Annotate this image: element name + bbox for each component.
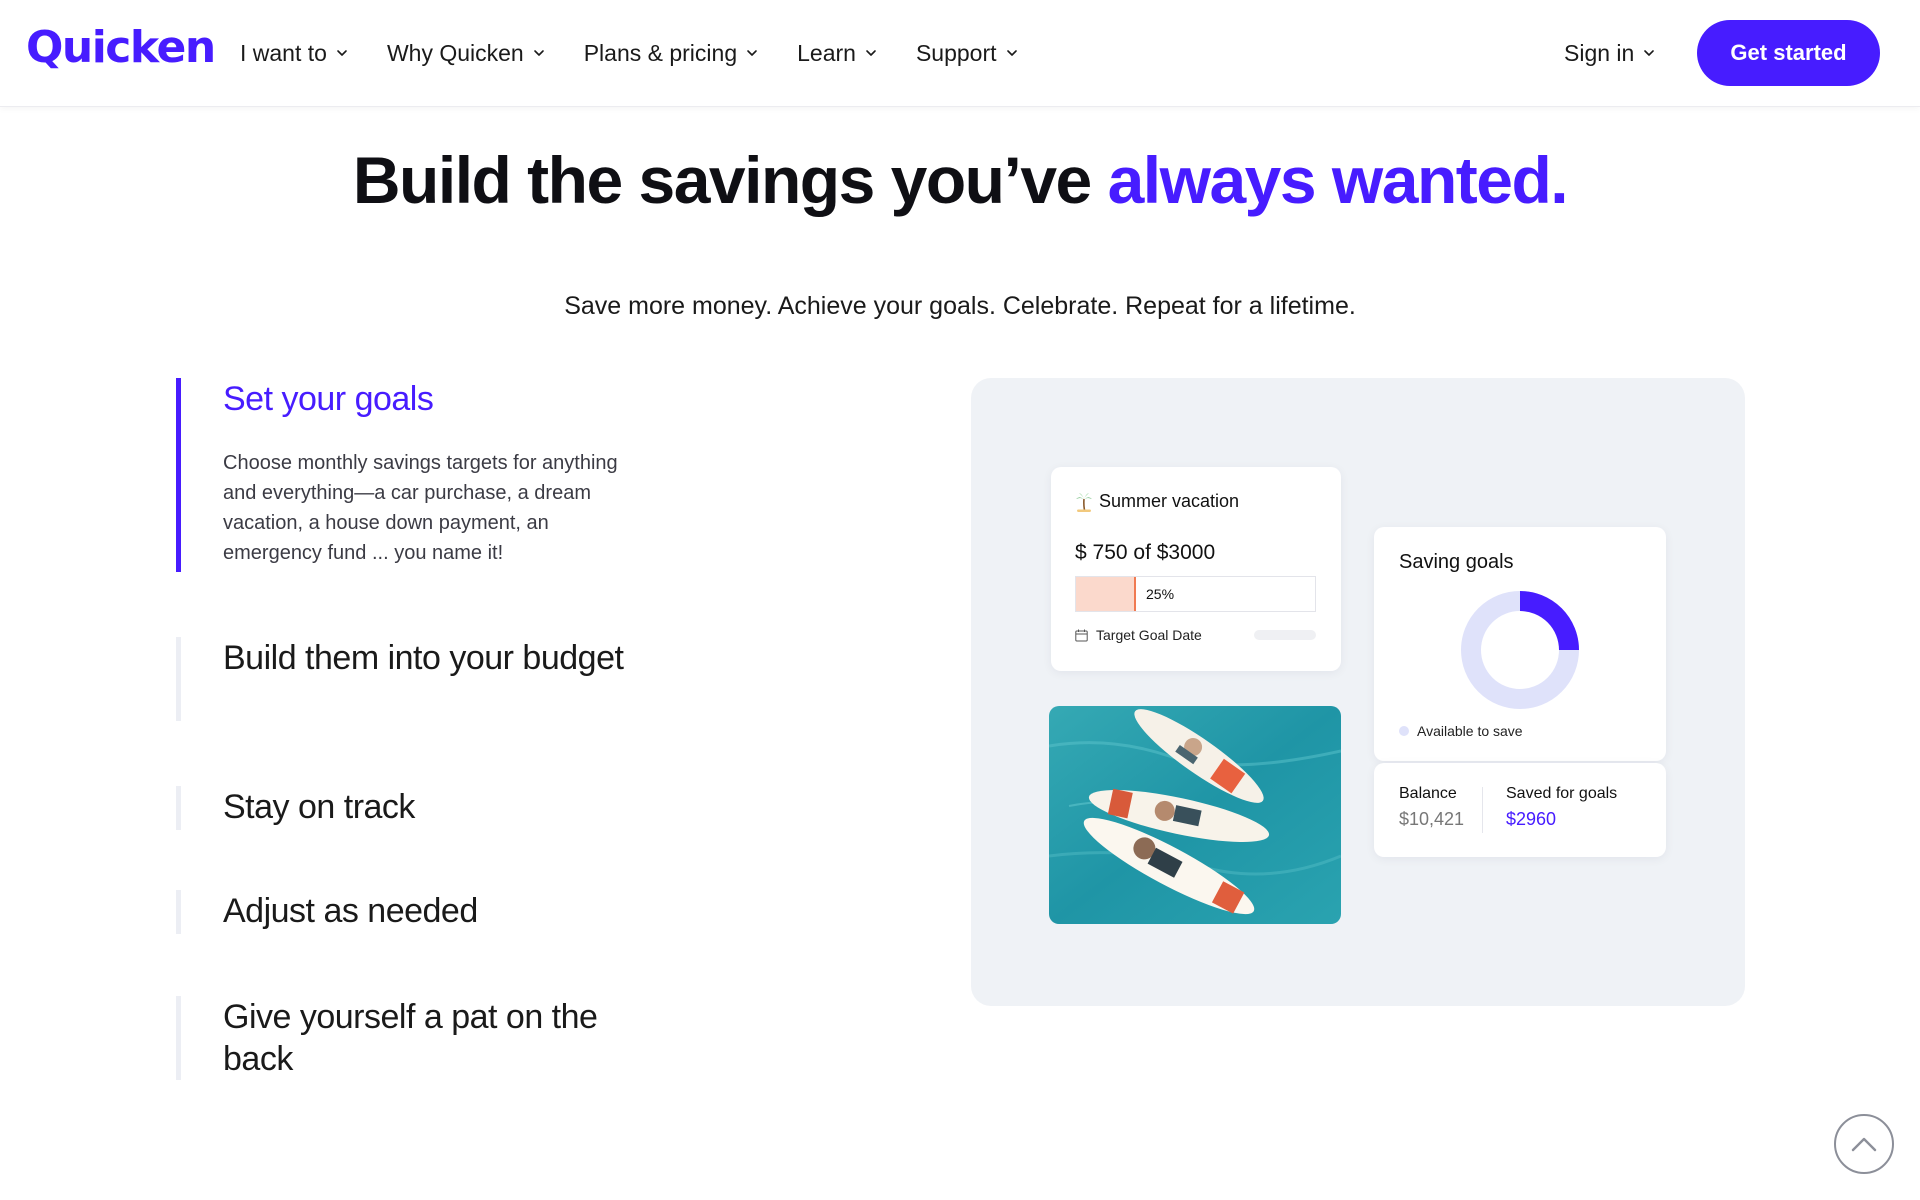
- illustration-panel: Summer vacation $ 750 of $3000 25% Targe…: [971, 378, 1745, 1006]
- step-pat-on-the-back[interactable]: Give yourself a pat on the back: [176, 996, 676, 1080]
- nav-i-want-to[interactable]: I want to: [240, 40, 349, 67]
- vacation-title-text: Summer vacation: [1099, 491, 1240, 511]
- hero-title-accent: always wanted.: [1107, 143, 1569, 217]
- calendar-icon: [1075, 629, 1088, 641]
- step-title: Adjust as needed: [223, 892, 478, 930]
- balance-value: $10,421: [1399, 809, 1465, 829]
- step-description: Choose monthly savings targets for anyth…: [223, 452, 618, 564]
- chevron-down-icon: [335, 46, 349, 60]
- nav-plans-pricing[interactable]: Plans & pricing: [584, 40, 759, 67]
- vacation-progress-label: 25%: [1146, 586, 1175, 602]
- nav-support[interactable]: Support: [916, 40, 1019, 67]
- hero-title-main: Build the savings you’ve: [352, 143, 1108, 217]
- vacation-card-title: Summer vacation: [1075, 491, 1239, 512]
- vacation-amount: $ 750 of $3000: [1075, 541, 1216, 564]
- chevron-down-icon: [1005, 46, 1019, 60]
- hero-title: Build the savings you’ve always wanted.: [0, 142, 1920, 218]
- nav-label: Plans & pricing: [583, 39, 738, 66]
- nav-label: Support: [915, 39, 997, 66]
- donut-hole: [1483, 613, 1557, 687]
- saved-for-goals-value: $2960: [1506, 809, 1557, 829]
- balance-divider: [1482, 787, 1483, 833]
- chevron-down-icon: [1642, 46, 1656, 60]
- saved-for-goals-label: Saved for goals: [1506, 785, 1618, 802]
- nav-label: Why Quicken: [386, 39, 524, 66]
- nav-label: Learn: [797, 39, 856, 66]
- step-title: Set your goals: [223, 380, 434, 418]
- sign-in-menu[interactable]: Sign in: [1564, 34, 1656, 72]
- step-title: Stay on track: [223, 788, 415, 826]
- date-placeholder-pill: [1254, 630, 1316, 640]
- balance-label: Balance: [1399, 785, 1457, 802]
- chevron-down-icon: [532, 46, 546, 60]
- legend-dot: [1399, 726, 1409, 736]
- target-goal-date: Target Goal Date: [1075, 627, 1202, 643]
- main-nav: I want to Why Quicken Plans & pricing Le…: [240, 34, 1057, 72]
- site-header: Quicken I want to Why Quicken Plans & pr…: [0, 0, 1920, 107]
- nav-label: I want to: [240, 39, 327, 66]
- nav-learn[interactable]: Learn: [797, 40, 878, 67]
- step-set-your-goals[interactable]: Set your goals Choose monthly savings ta…: [176, 378, 676, 572]
- nav-why-quicken[interactable]: Why Quicken: [387, 40, 546, 67]
- available-to-save-legend: Available to save: [1399, 723, 1523, 739]
- step-title: Give yourself a pat on the back: [223, 998, 598, 1078]
- step-title: Build them into your budget: [223, 639, 624, 677]
- get-started-button[interactable]: Get started: [1697, 20, 1880, 86]
- balance-column: Balance $10,421: [1399, 785, 1464, 830]
- hero-subtitle: Save more money. Achieve your goals. Cel…: [564, 292, 1356, 320]
- saved-column: Saved for goals $2960: [1506, 785, 1617, 830]
- sign-in-label: Sign in: [1564, 39, 1635, 66]
- step-build-into-budget[interactable]: Build them into your budget: [176, 637, 676, 721]
- scroll-to-top-button[interactable]: [1834, 1114, 1894, 1174]
- saving-goals-donut: [1461, 591, 1579, 709]
- quicken-logo[interactable]: Quicken: [26, 22, 216, 73]
- chevron-down-icon: [864, 46, 878, 60]
- balance-card: Balance $10,421 Saved for goals $2960: [1374, 763, 1666, 857]
- surfboards-photo: [1049, 706, 1341, 924]
- saving-goals-title: Saving goals: [1399, 551, 1514, 573]
- savings-steps-list: Set your goals Choose monthly savings ta…: [176, 378, 676, 1080]
- chevron-up-icon: [1851, 1137, 1877, 1152]
- summer-vacation-card: Summer vacation $ 750 of $3000 25% Targe…: [1051, 467, 1341, 671]
- chevron-down-icon: [745, 46, 759, 60]
- saving-goals-card: Saving goals Available to save: [1374, 527, 1666, 761]
- target-goal-date-label: Target Goal Date: [1096, 627, 1202, 643]
- palm-tree-icon: [1076, 492, 1092, 512]
- vacation-progress-bar: 25%: [1075, 576, 1316, 612]
- vacation-progress-fill: [1076, 577, 1136, 611]
- legend-label: Available to save: [1417, 723, 1523, 739]
- step-adjust-as-needed[interactable]: Adjust as needed: [176, 890, 676, 934]
- step-stay-on-track[interactable]: Stay on track: [176, 786, 676, 830]
